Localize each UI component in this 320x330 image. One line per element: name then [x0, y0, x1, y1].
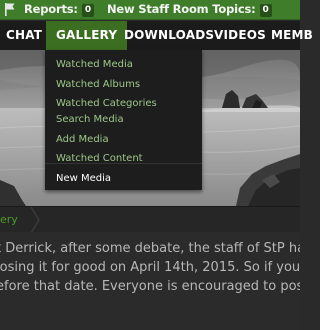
- menu-item-watched-albums[interactable]: Watched Albums: [56, 78, 140, 92]
- reports-count-badge: 0: [81, 4, 95, 17]
- tab-videos[interactable]: VIDEOS: [214, 21, 266, 50]
- menu-item-watched-media[interactable]: Watched Media: [56, 58, 133, 72]
- menu-item-new-media[interactable]: New Media: [56, 172, 111, 186]
- reports-link[interactable]: Reports: 0: [24, 2, 95, 17]
- menu-item-search-media[interactable]: Search Media: [56, 113, 124, 127]
- staff-topics-label: New Staff Room Topics:: [107, 2, 256, 16]
- staff-topics-link[interactable]: New Staff Room Topics: 0: [107, 2, 272, 17]
- menu-item-add-media[interactable]: Add Media: [56, 133, 109, 147]
- menu-item-watched-categories[interactable]: Watched Categories: [56, 97, 157, 111]
- breadcrumb: ery: [0, 206, 300, 233]
- announcement-line: t Derrick, after some debate, the staff …: [0, 241, 300, 256]
- notice-bar: Reports: 0 New Staff Room Topics: 0: [0, 0, 300, 20]
- announcement-line: efore that date. Everyone is encouraged …: [0, 279, 300, 294]
- announcement-text: t Derrick, after some debate, the staff …: [0, 232, 300, 330]
- announcement-line: losing it for good on April 14th, 2015. …: [0, 260, 300, 275]
- staff-topics-count-badge: 0: [259, 4, 272, 17]
- gallery-dropdown-menu: Watched Media Watched Albums Watched Cat…: [45, 50, 202, 190]
- tab-gallery[interactable]: GALLERY: [46, 21, 128, 50]
- tab-chat[interactable]: CHAT: [6, 21, 42, 50]
- reports-label: Reports:: [24, 2, 78, 16]
- tab-downloads[interactable]: DOWNLOADS: [124, 21, 214, 50]
- menu-divider: [45, 163, 202, 164]
- main-nav: CHAT GALLERY DOWNLOADS VIDEOS MEMB: [0, 21, 313, 50]
- breadcrumb-gallery-link[interactable]: ery: [0, 207, 18, 233]
- flag-icon: [5, 3, 15, 16]
- breadcrumb-separator-icon: [30, 207, 40, 233]
- tab-members[interactable]: MEMB: [271, 21, 313, 50]
